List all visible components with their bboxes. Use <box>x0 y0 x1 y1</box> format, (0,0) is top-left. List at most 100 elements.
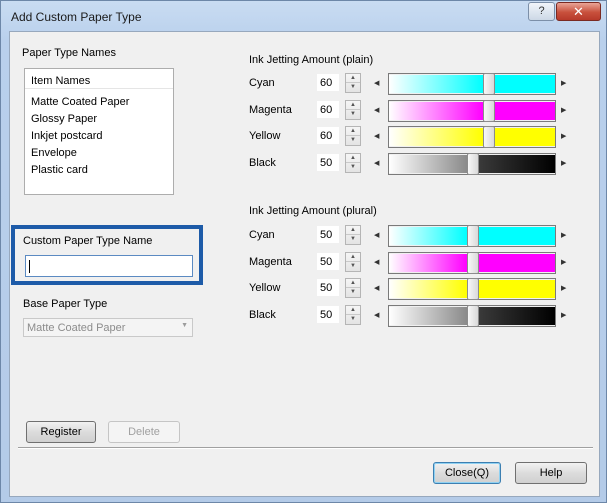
slider-right-arrow-icon[interactable]: ▶ <box>561 79 566 87</box>
ink-value-field[interactable]: 50 <box>317 279 339 296</box>
ink-level-slider[interactable] <box>388 305 556 327</box>
custom-name-highlight: Custom Paper Type Name <box>11 225 203 285</box>
spin-down-icon[interactable]: ▼ <box>346 110 360 119</box>
slider-left-arrow-icon[interactable]: ◀ <box>374 132 379 140</box>
close-button[interactable]: Close(Q) <box>433 462 501 484</box>
list-item[interactable]: Glossy Paper <box>31 113 97 125</box>
ink-channel-label: Black <box>249 309 276 321</box>
paper-type-names-list[interactable]: Item Names Matte Coated Paper Glossy Pap… <box>24 68 174 195</box>
ink-value-field[interactable]: 50 <box>317 253 339 270</box>
slider-right-arrow-icon[interactable]: ▶ <box>561 284 566 292</box>
delete-button[interactable]: Delete <box>108 421 180 443</box>
ink-plural-title: Ink Jetting Amount (plural) <box>249 205 377 217</box>
slider-thumb[interactable] <box>467 305 479 327</box>
ink-spinner[interactable]: ▲ ▼ <box>345 100 361 120</box>
ink-spinner[interactable]: ▲ ▼ <box>345 126 361 146</box>
slider-left-arrow-icon[interactable]: ◀ <box>374 79 379 87</box>
register-button[interactable]: Register <box>26 421 96 443</box>
spin-down-icon[interactable]: ▼ <box>346 235 360 244</box>
titlebar-help-button[interactable]: ? <box>528 2 555 21</box>
help-button[interactable]: Help <box>515 462 587 484</box>
spin-down-icon[interactable]: ▼ <box>346 262 360 271</box>
spin-up-icon[interactable]: ▲ <box>346 253 360 262</box>
ink-value-field[interactable]: 60 <box>317 127 339 144</box>
ink-value-field[interactable]: 50 <box>317 226 339 243</box>
list-item[interactable]: Matte Coated Paper <box>31 96 129 108</box>
ink-spinner[interactable]: ▲ ▼ <box>345 252 361 272</box>
slider-right-arrow-icon[interactable]: ▶ <box>561 311 566 319</box>
ink-level-slider[interactable] <box>388 278 556 300</box>
ink-level-slider[interactable] <box>388 225 556 247</box>
spin-down-icon[interactable]: ▼ <box>346 315 360 324</box>
titlebar-close-button[interactable]: ✕ <box>556 2 601 21</box>
list-item[interactable]: Envelope <box>31 147 77 159</box>
spin-down-icon[interactable]: ▼ <box>346 136 360 145</box>
slider-right-arrow-icon[interactable]: ▶ <box>561 159 566 167</box>
slider-fill-left <box>389 102 483 120</box>
slider-thumb[interactable] <box>467 278 479 300</box>
list-column-header[interactable]: Item Names <box>25 69 173 89</box>
slider-left-arrow-icon[interactable]: ◀ <box>374 311 379 319</box>
ink-spinner[interactable]: ▲ ▼ <box>345 278 361 298</box>
ink-channel-label: Yellow <box>249 130 281 142</box>
ink-level-slider[interactable] <box>388 126 556 148</box>
spin-up-icon[interactable]: ▲ <box>346 306 360 315</box>
slider-right-arrow-icon[interactable]: ▶ <box>561 106 566 114</box>
ink-spinner[interactable]: ▲ ▼ <box>345 305 361 325</box>
custom-paper-type-name-input[interactable] <box>25 255 193 277</box>
slider-thumb[interactable] <box>483 100 495 122</box>
slider-fill-left <box>389 128 483 146</box>
slider-left-arrow-icon[interactable]: ◀ <box>374 106 379 114</box>
ink-level-slider[interactable] <box>388 100 556 122</box>
dialog-client-area: Paper Type Names Item Names Matte Coated… <box>9 31 600 497</box>
slider-fill-left <box>389 280 467 298</box>
slider-left-arrow-icon[interactable]: ◀ <box>374 231 379 239</box>
slider-thumb[interactable] <box>483 73 495 95</box>
bottom-separator <box>18 447 593 449</box>
ink-value-field[interactable]: 60 <box>317 74 339 91</box>
paper-type-names-label: Paper Type Names <box>22 47 116 59</box>
slider-thumb[interactable] <box>467 153 479 175</box>
ink-value-field[interactable]: 50 <box>317 306 339 323</box>
spin-up-icon[interactable]: ▲ <box>346 226 360 235</box>
slider-thumb[interactable] <box>483 126 495 148</box>
slider-left-arrow-icon[interactable]: ◀ <box>374 284 379 292</box>
text-caret <box>29 260 30 273</box>
spin-up-icon[interactable]: ▲ <box>346 127 360 136</box>
slider-fill-right <box>495 75 555 93</box>
ink-plain-title: Ink Jetting Amount (plain) <box>249 54 374 66</box>
ink-level-slider[interactable] <box>388 252 556 274</box>
ink-value-field[interactable]: 50 <box>317 154 339 171</box>
slider-fill-right <box>479 155 555 173</box>
list-item[interactable]: Plastic card <box>31 164 88 176</box>
slider-fill-left <box>389 254 467 272</box>
spin-up-icon[interactable]: ▲ <box>346 101 360 110</box>
slider-left-arrow-icon[interactable]: ◀ <box>374 159 379 167</box>
ink-level-slider[interactable] <box>388 73 556 95</box>
spin-up-icon[interactable]: ▲ <box>346 154 360 163</box>
slider-fill-left <box>389 155 467 173</box>
base-paper-type-select[interactable]: Matte Coated Paper ▼ <box>23 318 193 337</box>
slider-thumb[interactable] <box>467 252 479 274</box>
slider-fill-left <box>389 75 483 93</box>
slider-fill-right <box>495 128 555 146</box>
slider-right-arrow-icon[interactable]: ▶ <box>561 231 566 239</box>
slider-left-arrow-icon[interactable]: ◀ <box>374 258 379 266</box>
ink-spinner[interactable]: ▲ ▼ <box>345 153 361 173</box>
title-bar[interactable]: Add Custom Paper Type ? ✕ <box>1 1 606 31</box>
spin-down-icon[interactable]: ▼ <box>346 288 360 297</box>
spin-down-icon[interactable]: ▼ <box>346 163 360 172</box>
slider-right-arrow-icon[interactable]: ▶ <box>561 258 566 266</box>
ink-level-slider[interactable] <box>388 153 556 175</box>
ink-value-field[interactable]: 60 <box>317 101 339 118</box>
ink-spinner[interactable]: ▲ ▼ <box>345 73 361 93</box>
spin-down-icon[interactable]: ▼ <box>346 83 360 92</box>
slider-thumb[interactable] <box>467 225 479 247</box>
slider-right-arrow-icon[interactable]: ▶ <box>561 132 566 140</box>
spin-up-icon[interactable]: ▲ <box>346 74 360 83</box>
list-item[interactable]: Inkjet postcard <box>31 130 103 142</box>
slider-fill-left <box>389 227 467 245</box>
spin-up-icon[interactable]: ▲ <box>346 279 360 288</box>
ink-channel-label: Yellow <box>249 282 281 294</box>
ink-spinner[interactable]: ▲ ▼ <box>345 225 361 245</box>
